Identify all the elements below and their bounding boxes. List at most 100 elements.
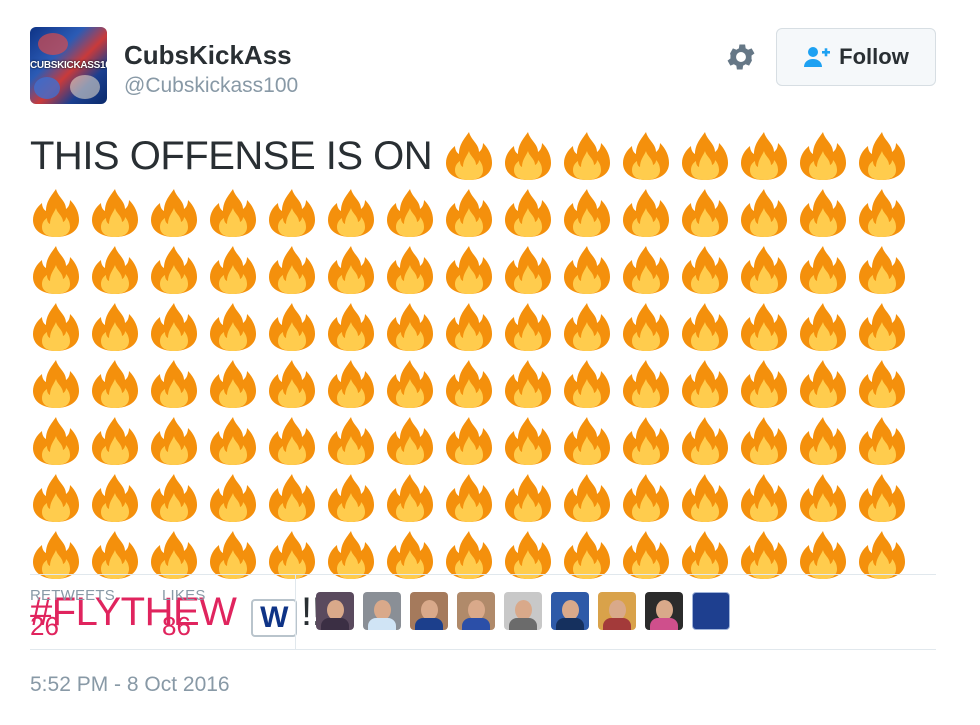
fire-emoji-icon [269, 531, 315, 579]
fire-emoji-icon [741, 531, 787, 579]
fire-emoji-icon [623, 303, 669, 351]
fire-emoji-icon [387, 360, 433, 408]
fire-emoji-icon [387, 474, 433, 522]
fire-emoji-icon [505, 531, 551, 579]
fire-emoji-icon [210, 360, 256, 408]
fire-emoji-icon [800, 360, 846, 408]
liker-avatar[interactable] [410, 592, 448, 630]
liker-avatar[interactable] [692, 592, 730, 630]
fire-emoji-icon [800, 531, 846, 579]
fire-emoji-icon [269, 189, 315, 237]
fire-emoji-icon [564, 360, 610, 408]
fire-emoji-icon [446, 303, 492, 351]
fire-emoji-icon [800, 303, 846, 351]
fire-emoji-icon [505, 189, 551, 237]
fire-emoji-icon [387, 303, 433, 351]
fire-emoji-icon [623, 189, 669, 237]
fire-emoji-icon [92, 531, 138, 579]
fire-emoji-icon [741, 189, 787, 237]
fire-emoji-icon [387, 417, 433, 465]
fire-emoji-icon [269, 474, 315, 522]
retweets-count[interactable]: 26 [30, 611, 59, 642]
tweet-timestamp[interactable]: 5:52 PM - 8 Oct 2016 [30, 673, 230, 697]
fire-emoji-icon [328, 417, 374, 465]
fire-emoji-icon [445, 132, 492, 180]
fire-emoji-icon [682, 303, 728, 351]
liker-avatar[interactable] [598, 592, 636, 630]
retweets-label[interactable]: RETWEETS [30, 587, 115, 604]
likes-label[interactable]: LIKES [162, 587, 206, 604]
fire-emoji-group [30, 132, 915, 579]
fire-emoji-icon [563, 132, 610, 180]
fire-emoji-icon [564, 246, 610, 294]
liker-avatar[interactable] [363, 592, 401, 630]
fire-emoji-icon [92, 246, 138, 294]
fire-emoji-icon [328, 360, 374, 408]
avatar-shirt [509, 618, 537, 630]
avatar-face [468, 600, 485, 620]
fire-emoji-icon [33, 417, 79, 465]
user-avatar[interactable]: CUBSKICKASS100 [30, 27, 107, 104]
follow-label: Follow [839, 44, 909, 69]
fire-emoji-icon [446, 531, 492, 579]
fire-emoji-icon [564, 474, 610, 522]
fire-emoji-icon [151, 474, 197, 522]
gear-icon[interactable] [724, 40, 758, 74]
w-flag-icon: W [251, 598, 298, 637]
fire-emoji-icon [740, 132, 787, 180]
fire-emoji-icon [623, 417, 669, 465]
fire-emoji-icon [682, 474, 728, 522]
fire-emoji-icon [741, 417, 787, 465]
liker-avatar[interactable] [504, 592, 542, 630]
avatar-text: CUBSKICKASS100 [30, 60, 107, 71]
fire-emoji-icon [446, 474, 492, 522]
follow-button[interactable]: Follow [776, 28, 936, 86]
fire-emoji-icon [33, 474, 79, 522]
divider [30, 574, 936, 575]
fire-emoji-icon [446, 246, 492, 294]
fire-emoji-icon [505, 360, 551, 408]
fire-emoji-icon [210, 531, 256, 579]
user-handle[interactable]: @Cubskickass100 [124, 74, 298, 98]
fire-emoji-icon [505, 246, 551, 294]
fire-emoji-icon [564, 531, 610, 579]
fire-emoji-icon [741, 360, 787, 408]
liker-avatar[interactable] [457, 592, 495, 630]
fire-emoji-icon [682, 531, 728, 579]
avatar-art [34, 77, 60, 99]
liker-avatars [316, 592, 730, 630]
fire-emoji-icon [859, 531, 905, 579]
avatar-shirt [556, 618, 584, 630]
tweet-text: THIS OFFENSE IS ON #FLYTHEW W!!!! [30, 128, 940, 641]
fire-emoji-icon [505, 417, 551, 465]
avatar-face [327, 600, 344, 620]
fire-emoji-icon [210, 189, 256, 237]
avatar-shirt [415, 618, 443, 630]
likes-count[interactable]: 86 [162, 611, 191, 642]
fire-emoji-icon [741, 303, 787, 351]
display-name[interactable]: CubsKickAss [124, 40, 292, 71]
fire-emoji-icon [33, 189, 79, 237]
fire-emoji-icon [505, 303, 551, 351]
liker-avatar[interactable] [551, 592, 589, 630]
avatar-face [374, 600, 391, 620]
fire-emoji-icon [92, 189, 138, 237]
fire-emoji-icon [151, 303, 197, 351]
fire-emoji-icon [269, 303, 315, 351]
fire-emoji-icon [800, 246, 846, 294]
fire-emoji-icon [210, 303, 256, 351]
liker-avatar[interactable] [645, 592, 683, 630]
fire-emoji-icon [151, 189, 197, 237]
fire-emoji-icon [387, 531, 433, 579]
fire-emoji-icon [328, 246, 374, 294]
fire-emoji-icon [859, 360, 905, 408]
fire-emoji-icon [33, 360, 79, 408]
liker-avatar[interactable] [316, 592, 354, 630]
fire-emoji-icon [33, 303, 79, 351]
fire-emoji-icon [387, 189, 433, 237]
divider [295, 575, 296, 649]
fire-emoji-icon [741, 246, 787, 294]
avatar-shirt [321, 618, 349, 630]
fire-emoji-icon [623, 474, 669, 522]
fire-emoji-icon [92, 303, 138, 351]
